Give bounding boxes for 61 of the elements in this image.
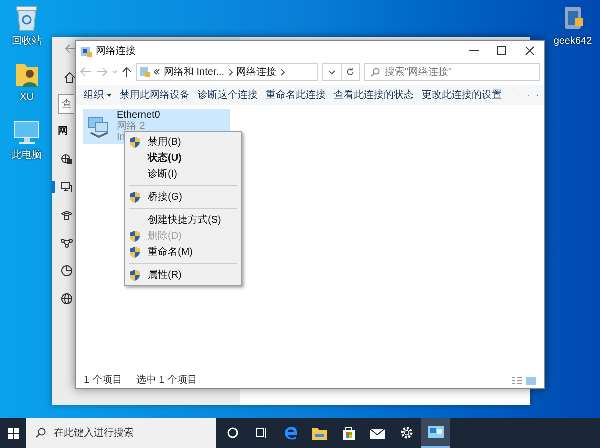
mail-icon[interactable] xyxy=(370,428,385,438)
network-folder-icon xyxy=(140,67,150,77)
search-icon xyxy=(371,68,380,76)
pie-chart-icon xyxy=(61,265,73,277)
computer-icon xyxy=(13,120,41,146)
shield-icon xyxy=(130,230,140,242)
search-icon xyxy=(36,428,46,438)
toolbar-command[interactable]: 查看此连接的状态 xyxy=(334,88,414,102)
breadcrumb-item[interactable]: 网络和 Inter... xyxy=(164,64,225,80)
settings-icon[interactable] xyxy=(400,426,414,440)
back-arrow-icon[interactable] xyxy=(64,43,76,55)
shield-icon xyxy=(130,246,140,258)
circle-icon[interactable] xyxy=(226,427,238,439)
search-field[interactable]: 查 xyxy=(58,94,74,114)
globe-icon xyxy=(61,293,73,305)
menu-item[interactable]: 诊断(I) xyxy=(125,166,241,182)
chevron-icon[interactable] xyxy=(280,68,285,76)
menu-item[interactable]: 创建快捷方式(S) xyxy=(125,212,241,228)
network-folder-icon xyxy=(81,46,92,56)
monitor-icon xyxy=(61,181,73,193)
organize-menu-button[interactable]: 组织 xyxy=(84,88,112,102)
edge-icon[interactable] xyxy=(284,426,298,440)
status-text: 选中 1 个项目 xyxy=(136,374,198,388)
folder-icon[interactable] xyxy=(312,426,327,440)
menu-item[interactable]: 属性(R) xyxy=(125,267,241,283)
network-connections-icon[interactable] xyxy=(428,426,444,438)
phone-icon xyxy=(61,209,73,221)
menu-item[interactable]: 重命名(M) xyxy=(125,244,241,260)
section-heading: 网 xyxy=(58,125,68,139)
window-title: 网络连接 xyxy=(96,44,136,58)
taskbar-app[interactable] xyxy=(421,418,450,448)
chevron-icon[interactable] xyxy=(228,68,233,76)
up-arrow-icon[interactable] xyxy=(122,67,132,77)
desktop-icon-label[interactable]: geek642 xyxy=(554,34,592,49)
task-view-icon[interactable] xyxy=(255,427,268,439)
details-view-icon[interactable] xyxy=(512,376,522,384)
toolbar-command[interactable]: 重命名此连接 xyxy=(266,88,326,102)
toolbar-command[interactable]: 禁用此网络设备 xyxy=(120,88,190,102)
shopping-bag-icon[interactable] xyxy=(342,426,356,440)
breadcrumb-item[interactable]: 网络连接 xyxy=(236,64,277,80)
address-bar[interactable]: 网络和 Inter... 网络连接 xyxy=(136,63,318,81)
windows-logo-icon xyxy=(8,428,18,438)
home-icon[interactable] xyxy=(64,72,76,84)
recycle-bin-icon xyxy=(14,4,40,32)
search-field[interactable]: 搜索"网络连接" xyxy=(364,63,540,81)
shield-icon xyxy=(130,192,140,202)
connection-name: Ethernet0 xyxy=(117,110,160,121)
toolbar-command[interactable]: 诊断这个连接 xyxy=(198,88,258,102)
shield-icon xyxy=(130,270,140,280)
taskbar-search-field[interactable]: 在此键入进行搜索 xyxy=(26,418,216,448)
globe-icon xyxy=(61,153,73,165)
double-chevron-icon xyxy=(154,69,160,75)
caret-icon xyxy=(107,94,112,96)
network-name: 网络 2 xyxy=(117,121,146,132)
menu-item[interactable]: 桥接(G) xyxy=(125,189,241,205)
shield-icon xyxy=(130,136,140,148)
toolbar-command[interactable]: 更改此连接的设置 xyxy=(422,88,502,102)
vpn-icon xyxy=(61,237,73,249)
menu-item[interactable]: 状态(U) xyxy=(125,150,241,166)
network-adapter-icon xyxy=(87,114,111,138)
status-text: 1 个项目 xyxy=(84,374,122,388)
